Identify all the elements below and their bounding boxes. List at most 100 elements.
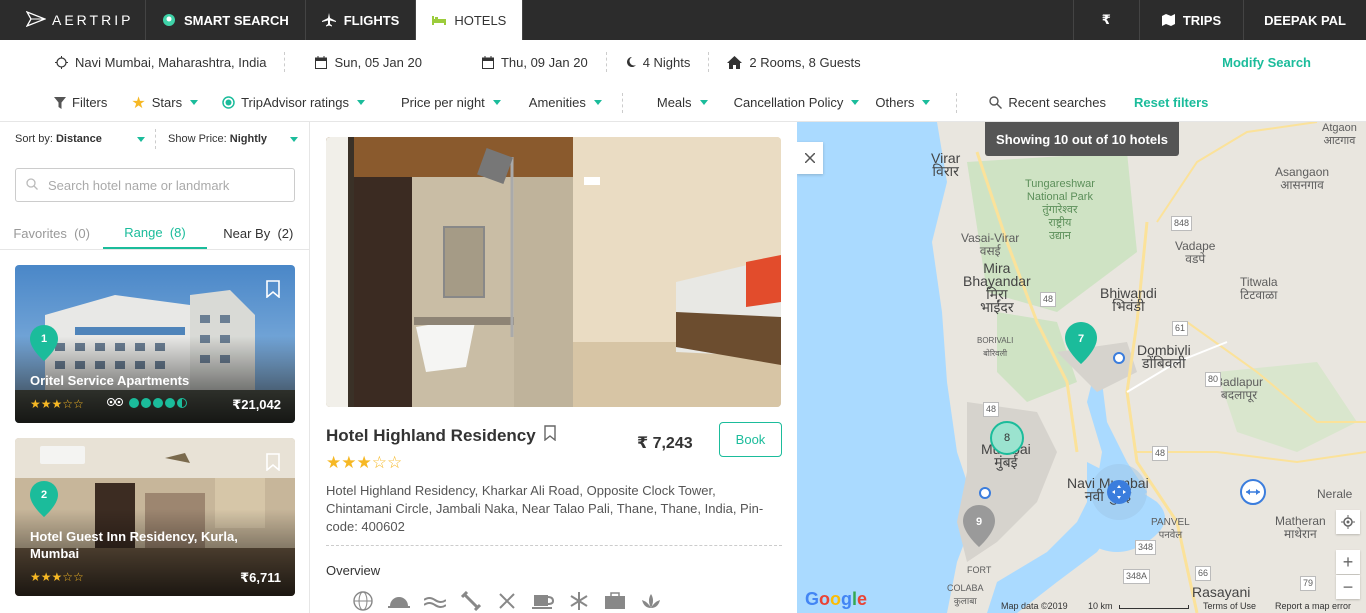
bookmark-icon[interactable] <box>266 453 280 474</box>
list-tabs: Favorites (0) Range (8) Near By (2) <box>0 218 310 250</box>
pin-number: 1 <box>40 333 48 345</box>
tab-favorites[interactable]: Favorites (0) <box>0 218 103 249</box>
tab-range-label: Range <box>124 225 163 240</box>
map-label-atgaon: Atgaon आटगाव <box>1322 122 1357 147</box>
ac-icon <box>567 590 591 612</box>
sort-by-dropdown[interactable]: Sort by: Distance <box>15 133 155 145</box>
search-summary-bar: Navi Mumbai, Maharashtra, India Sun, 05 … <box>0 40 1366 84</box>
rooms-guests-field[interactable]: 2 Rooms, 8 Guests <box>709 50 878 74</box>
amenities-filter[interactable]: Amenities <box>513 95 614 110</box>
road-number: 79 <box>1300 576 1317 591</box>
show-price-dropdown[interactable]: Show Price: Nightly <box>168 133 308 145</box>
star-icon: ★ <box>131 94 146 112</box>
zoom-in-button[interactable]: + <box>1336 550 1360 574</box>
user-menu[interactable]: DEEPAK PAL <box>1243 0 1366 40</box>
map-label-nerale: Nerale <box>1317 487 1353 501</box>
chevron-down-icon <box>593 100 602 105</box>
my-location-button[interactable] <box>1336 510 1360 534</box>
bed-icon <box>432 15 447 25</box>
star-rating: ★★★☆☆ <box>30 570 84 584</box>
chevron-down-icon <box>851 100 860 105</box>
map-hotel-pin[interactable]: 8 <box>990 421 1024 455</box>
star-rating: ★★★☆☆ <box>30 397 84 411</box>
tripadvisor-owl-icon <box>107 395 123 410</box>
rating-dot <box>153 397 163 408</box>
tab-nearby-count: (2) <box>277 226 294 241</box>
aertrip-logo[interactable]: AERTRIP <box>0 0 146 40</box>
calendar-icon <box>315 55 328 69</box>
map-label-panvel: PANVEL पनवेल <box>1151 517 1190 541</box>
hotel-card-price: ₹6,711 <box>240 570 281 585</box>
modify-search-button[interactable]: Modify Search <box>1222 55 1311 70</box>
reset-filters-button[interactable]: Reset filters <box>1118 95 1220 110</box>
hotel-card-name: Hotel Guest Inn Residency, Kurla, Mumbai <box>30 529 238 561</box>
road-number: 348A <box>1123 569 1151 584</box>
nav-smart-search[interactable]: SMART SEARCH <box>146 0 306 40</box>
hotel-card[interactable]: 2 Hotel Guest Inn Residency, Kurla, Mumb… <box>15 438 295 596</box>
hotel-search-input[interactable] <box>48 177 278 193</box>
cancellation-filter[interactable]: Cancellation Policy <box>720 95 872 110</box>
map-hotel-pin[interactable]: 9 <box>963 505 995 547</box>
nav-smart-search-label: SMART SEARCH <box>184 12 289 28</box>
currency-selector[interactable]: ₹ <box>1072 0 1139 40</box>
pin-number: 2 <box>40 489 48 501</box>
location-field[interactable]: Navi Mumbai, Maharashtra, India <box>0 50 284 74</box>
map-view[interactable]: Showing 10 out of 10 hotels Virar विरार … <box>797 122 1366 613</box>
rating-dot <box>165 397 175 408</box>
tab-nearby[interactable]: Near By (2) <box>207 218 310 249</box>
book-button[interactable]: Book <box>719 422 782 457</box>
checkin-field[interactable]: Sun, 05 Jan 20 <box>285 50 439 74</box>
hotel-detail-price: ₹ 7,243 <box>637 435 693 452</box>
zoom-out-button[interactable]: − <box>1336 575 1360 599</box>
map-label-vadape: Vadape वडपे <box>1175 239 1216 266</box>
nav-hotels[interactable]: HOTELS <box>416 0 524 40</box>
close-map-button[interactable] <box>797 142 823 174</box>
recent-searches-button[interactable]: Recent searches <box>957 95 1118 110</box>
nights-field[interactable]: 4 Nights <box>607 50 709 74</box>
location-dot <box>1113 352 1125 364</box>
map-label-matheran: Matheran माथेरान <box>1275 514 1326 541</box>
hotel-photo-gallery[interactable] <box>326 137 781 407</box>
rooms-guests-value: 2 Rooms, 8 Guests <box>749 54 861 70</box>
tripadvisor-filter[interactable]: TripAdvisor ratings <box>210 95 377 110</box>
overview-heading: Overview <box>326 563 381 578</box>
stars-filter[interactable]: ★ Stars <box>119 93 210 113</box>
home-icon <box>727 55 743 69</box>
divider <box>326 545 782 546</box>
location-value: Navi Mumbai, Maharashtra, India <box>75 54 267 70</box>
smart-search-icon <box>162 13 176 27</box>
current-location-icon[interactable] <box>1107 480 1131 504</box>
nav-trips[interactable]: TRIPS <box>1138 0 1243 40</box>
expand-arrows-icon[interactable] <box>1240 479 1266 505</box>
rating-dot <box>141 397 151 408</box>
others-filter[interactable]: Others <box>871 95 942 110</box>
map-hotel-pin[interactable]: 7 <box>1065 322 1097 364</box>
crosshair-icon <box>1341 515 1355 529</box>
map-data-credit: Map data ©2019 <box>1001 601 1068 611</box>
nav-flights[interactable]: FLIGHTS <box>306 0 417 40</box>
map-label-fort: FORT <box>967 565 992 575</box>
road-number: 848 <box>1171 216 1193 231</box>
map-label-virar: Virar विरार <box>931 150 961 179</box>
filter-bar: Filters ★ Stars TripAdvisor ratings Pric… <box>0 84 1366 122</box>
tripadvisor-filter-label: TripAdvisor ratings <box>241 95 349 110</box>
checkout-field[interactable]: Thu, 09 Jan 20 <box>440 50 606 74</box>
others-filter-label: Others <box>875 95 915 110</box>
divider <box>155 129 156 149</box>
terms-of-use-link[interactable]: Terms of Use <box>1203 601 1256 611</box>
meals-filter[interactable]: Meals <box>623 95 720 110</box>
report-map-error-link[interactable]: Report a map error <box>1275 601 1351 611</box>
price-filter[interactable]: Price per night <box>377 95 513 110</box>
chevron-down-icon <box>699 100 708 105</box>
filters-button[interactable]: Filters <box>0 95 119 110</box>
bookmark-icon[interactable] <box>544 425 556 446</box>
hotel-detail-name: Hotel Highland Residency <box>326 425 536 445</box>
cancellation-filter-label: Cancellation Policy <box>733 95 844 110</box>
rating-dot <box>129 397 139 408</box>
tripadvisor-icon <box>222 96 235 109</box>
coffee-icon <box>531 590 555 612</box>
tab-range[interactable]: Range (8) <box>103 218 207 249</box>
bookmark-icon[interactable] <box>266 280 280 301</box>
hotel-card[interactable]: 1 Oritel Service Apartments ★★★☆☆ ₹21,04… <box>15 265 295 423</box>
filters-label: Filters <box>72 95 108 110</box>
